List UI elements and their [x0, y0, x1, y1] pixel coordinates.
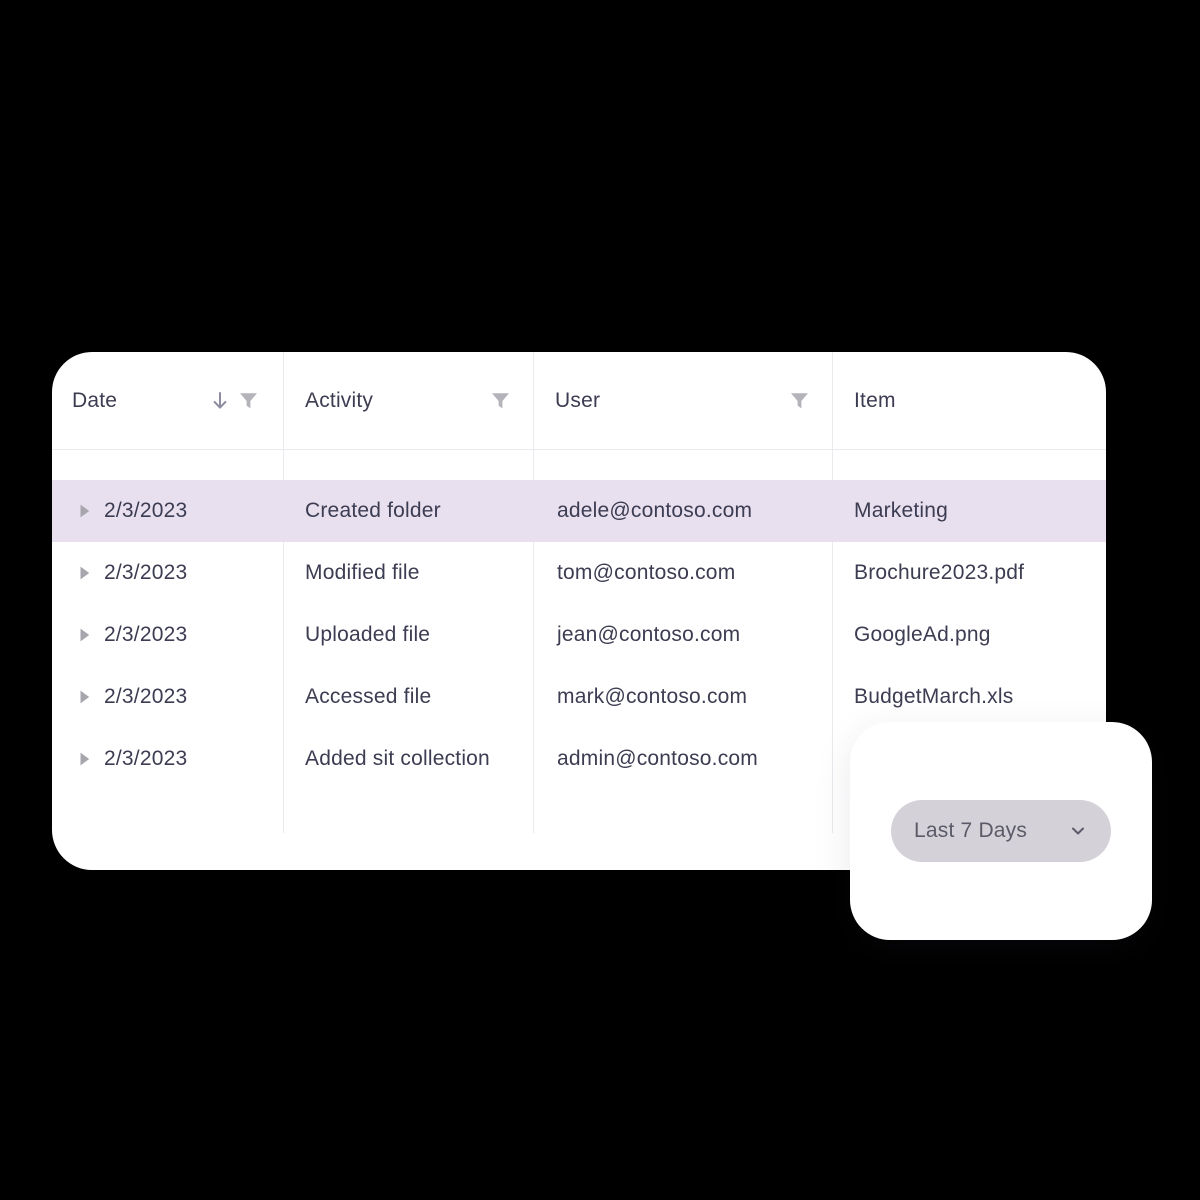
column-header-label: Date — [72, 388, 118, 412]
column-header-date[interactable]: Date — [52, 352, 283, 449]
cell-activity: Added sit collection — [305, 747, 490, 770]
cell-date-value: 2/3/2023 — [104, 685, 188, 708]
cell-date-value: 2/3/2023 — [104, 623, 188, 646]
filter-funnel-icon[interactable] — [788, 390, 810, 412]
table-body-spacer — [52, 450, 1106, 480]
cell-user: admin@contoso.com — [557, 747, 758, 770]
cell-activity: Created folder — [305, 499, 441, 522]
column-header-label: Item — [854, 388, 896, 412]
table-row[interactable]: 2/3/2023 Accessed file mark@contoso.com … — [52, 666, 1106, 728]
cell-item: Brochure2023.pdf — [854, 561, 1025, 584]
arrow-down-icon[interactable] — [209, 390, 231, 412]
date-range-dropdown-label: Last 7 Days — [914, 819, 1028, 842]
table-row[interactable]: 2/3/2023 Created folder adele@contoso.co… — [52, 480, 1106, 542]
triangle-right-icon[interactable] — [74, 748, 96, 770]
date-range-dropdown[interactable]: Last 7 Days — [891, 800, 1111, 862]
cell-user: tom@contoso.com — [557, 561, 736, 584]
triangle-right-icon[interactable] — [74, 562, 96, 584]
column-header-icons — [489, 390, 511, 412]
cell-item: Marketing — [854, 499, 949, 522]
column-header-item[interactable]: Item — [832, 352, 1106, 449]
cell-activity: Modified file — [305, 561, 420, 584]
chevron-down-icon[interactable] — [1067, 820, 1089, 842]
filter-funnel-icon[interactable] — [489, 390, 511, 412]
cell-user: jean@contoso.com — [557, 623, 741, 646]
column-header-activity[interactable]: Activity — [283, 352, 533, 449]
column-header-label: Activity — [305, 388, 374, 412]
cell-user: mark@contoso.com — [557, 685, 748, 708]
cell-date: 2/3/2023 — [52, 480, 283, 542]
table-header-row: Date Activity User Item — [52, 352, 1106, 449]
table-row[interactable]: 2/3/2023 Modified file tom@contoso.com B… — [52, 542, 1106, 604]
cell-item: GoogleAd.png — [854, 623, 991, 646]
date-range-filter-card: Last 7 Days — [850, 722, 1152, 940]
column-header-label: User — [555, 388, 601, 412]
cell-date-value: 2/3/2023 — [104, 747, 188, 770]
column-header-icons — [209, 390, 259, 412]
screen-root: Date Activity User Item 2/3/2023 Created… — [0, 0, 1200, 1200]
cell-date: 2/3/2023 — [52, 666, 283, 728]
filter-funnel-icon[interactable] — [237, 390, 259, 412]
cell-item: BudgetMarch.xls — [854, 685, 1014, 708]
triangle-right-icon[interactable] — [74, 686, 96, 708]
triangle-right-icon[interactable] — [74, 500, 96, 522]
column-header-user[interactable]: User — [533, 352, 832, 449]
cell-date: 2/3/2023 — [52, 728, 283, 790]
cell-activity: Uploaded file — [305, 623, 431, 646]
cell-activity: Accessed file — [305, 685, 432, 708]
cell-user: adele@contoso.com — [557, 499, 753, 522]
cell-date-value: 2/3/2023 — [104, 561, 188, 584]
cell-date: 2/3/2023 — [52, 542, 283, 604]
cell-date-value: 2/3/2023 — [104, 499, 188, 522]
table-row[interactable]: 2/3/2023 Uploaded file jean@contoso.com … — [52, 604, 1106, 666]
triangle-right-icon[interactable] — [74, 624, 96, 646]
cell-date: 2/3/2023 — [52, 604, 283, 666]
column-header-icons — [788, 390, 810, 412]
